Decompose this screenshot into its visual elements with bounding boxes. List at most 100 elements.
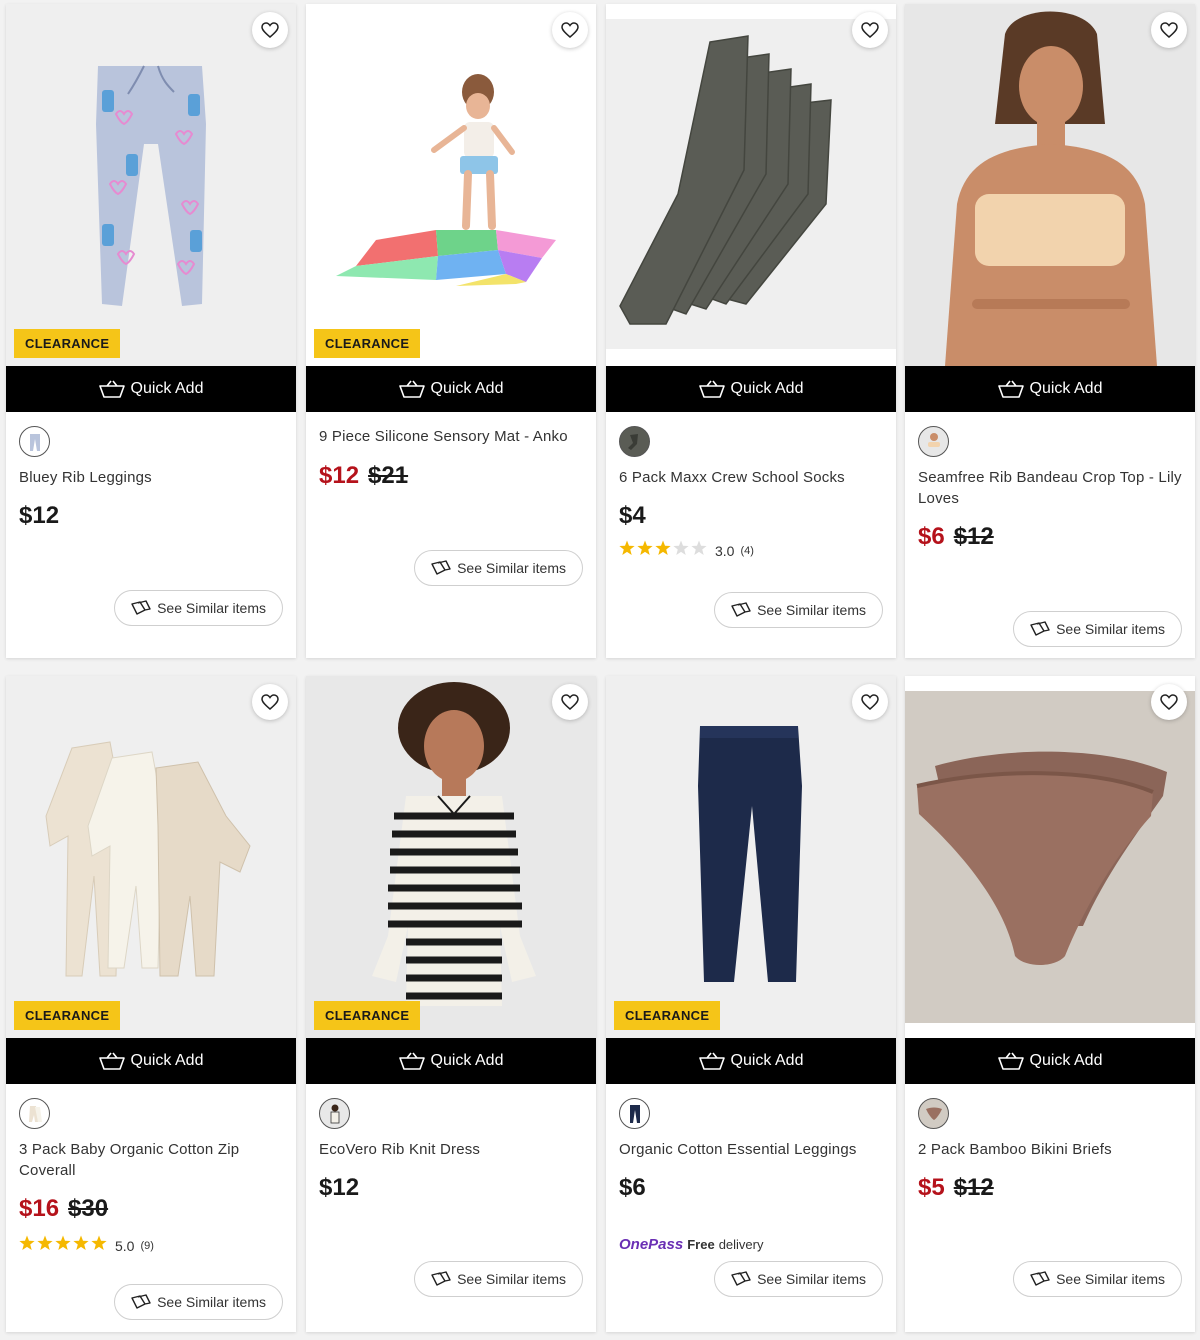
- similar-icon: [1030, 1271, 1050, 1286]
- quick-add-button[interactable]: Quick Add: [905, 366, 1195, 412]
- product-title[interactable]: 6 Pack Maxx Crew School Socks: [619, 467, 883, 488]
- star-filled: [91, 1235, 107, 1250]
- quick-add-button[interactable]: Quick Add: [306, 366, 596, 412]
- product-card[interactable]: CLEARANCE Quick Add 3 Pack Baby Organic …: [6, 676, 296, 1332]
- see-similar-label: See Similar items: [757, 602, 866, 618]
- product-info: Seamfree Rib Bandeau Crop Top - Lily Lov…: [905, 412, 1195, 551]
- wishlist-heart-icon[interactable]: [1151, 684, 1187, 720]
- star-filled: [637, 540, 653, 555]
- price-row: $4: [619, 502, 883, 530]
- product-image[interactable]: CLEARANCE: [6, 4, 296, 366]
- product-title[interactable]: 3 Pack Baby Organic Cotton Zip Coverall: [19, 1139, 283, 1181]
- clearance-badge: CLEARANCE: [314, 1001, 421, 1030]
- basket-icon: [997, 1052, 1024, 1070]
- product-card[interactable]: Quick Add 6 Pack Maxx Crew School Socks …: [606, 4, 896, 658]
- price-row: $6 $12: [918, 523, 1182, 551]
- star-empty: [691, 540, 707, 555]
- product-card[interactable]: CLEARANCE Quick Add Bluey Rib Leggings $…: [6, 4, 296, 658]
- color-swatch[interactable]: [19, 426, 50, 457]
- product-card[interactable]: CLEARANCE Quick Add 9 Piece Silicone Sen…: [306, 4, 596, 658]
- product-card[interactable]: CLEARANCE Quick Add EcoVero Rib Knit Dre…: [306, 676, 596, 1332]
- star-rating-icon: [619, 540, 709, 561]
- star-filled: [655, 540, 671, 555]
- product-image[interactable]: [606, 4, 896, 366]
- wishlist-heart-icon[interactable]: [1151, 12, 1187, 48]
- rating-value: 5.0: [115, 1237, 135, 1254]
- basket-icon: [98, 1052, 125, 1070]
- product-image[interactable]: CLEARANCE: [606, 676, 896, 1038]
- sale-price: $12: [319, 462, 360, 489]
- sale-price: $6: [918, 523, 945, 550]
- product-info: 2 Pack Bamboo Bikini Briefs $5 $12: [905, 1084, 1195, 1202]
- basket-icon: [698, 380, 725, 398]
- star-rating-icon: [19, 1235, 109, 1256]
- rating-value: 3.0: [715, 542, 735, 559]
- product-info: Organic Cotton Essential Leggings $6: [606, 1084, 896, 1202]
- see-similar-button[interactable]: See Similar items: [714, 592, 883, 628]
- wishlist-heart-icon[interactable]: [552, 684, 588, 720]
- wishlist-heart-icon[interactable]: [252, 12, 288, 48]
- product-card[interactable]: Quick Add Seamfree Rib Bandeau Crop Top …: [905, 4, 1195, 658]
- was-price: $30: [68, 1195, 109, 1222]
- product-title[interactable]: Organic Cotton Essential Leggings: [619, 1139, 883, 1160]
- quick-add-button[interactable]: Quick Add: [905, 1038, 1195, 1084]
- product-image[interactable]: CLEARANCE: [306, 676, 596, 1038]
- see-similar-button[interactable]: See Similar items: [414, 1261, 583, 1297]
- product-image[interactable]: [905, 4, 1195, 366]
- wishlist-heart-icon[interactable]: [552, 12, 588, 48]
- color-swatch[interactable]: [619, 1098, 650, 1129]
- quick-add-label: Quick Add: [430, 1052, 504, 1069]
- quick-add-button[interactable]: Quick Add: [606, 1038, 896, 1084]
- basket-icon: [997, 380, 1024, 398]
- quick-add-button[interactable]: Quick Add: [6, 1038, 296, 1084]
- star-empty: [673, 540, 689, 555]
- briefs-image: [905, 676, 1195, 1038]
- color-swatch[interactable]: [918, 426, 949, 457]
- color-swatch[interactable]: [319, 1098, 350, 1129]
- quick-add-button[interactable]: Quick Add: [306, 1038, 596, 1084]
- see-similar-button[interactable]: See Similar items: [1013, 611, 1182, 647]
- product-image[interactable]: [905, 676, 1195, 1038]
- see-similar-button[interactable]: See Similar items: [1013, 1261, 1182, 1297]
- onepass-text: delivery: [718, 1237, 764, 1252]
- product-image[interactable]: CLEARANCE: [306, 4, 596, 366]
- product-title[interactable]: Seamfree Rib Bandeau Crop Top - Lily Lov…: [918, 467, 1182, 509]
- color-swatch[interactable]: [619, 426, 650, 457]
- price-row: $6: [619, 1174, 883, 1202]
- basket-icon: [398, 380, 425, 398]
- see-similar-button[interactable]: See Similar items: [414, 550, 583, 586]
- product-price: $4: [619, 502, 646, 529]
- product-image[interactable]: CLEARANCE: [6, 676, 296, 1038]
- see-similar-label: See Similar items: [1056, 1271, 1165, 1287]
- star-filled: [73, 1235, 89, 1250]
- product-title[interactable]: 9 Piece Silicone Sensory Mat - Anko: [319, 426, 583, 447]
- rating-count: (4): [740, 544, 754, 557]
- see-similar-button[interactable]: See Similar items: [114, 590, 283, 626]
- wishlist-heart-icon[interactable]: [852, 684, 888, 720]
- quick-add-label: Quick Add: [1029, 380, 1103, 397]
- quick-add-button[interactable]: Quick Add: [606, 366, 896, 412]
- similar-icon: [131, 600, 151, 615]
- color-swatch[interactable]: [918, 1098, 949, 1129]
- wishlist-heart-icon[interactable]: [852, 12, 888, 48]
- price-row: $12: [19, 502, 283, 530]
- product-card[interactable]: CLEARANCE Quick Add Organic Cotton Essen…: [606, 676, 896, 1332]
- product-price: $12: [19, 502, 60, 529]
- rating-count: (9): [140, 1239, 154, 1252]
- wishlist-heart-icon[interactable]: [252, 684, 288, 720]
- see-similar-button[interactable]: See Similar items: [714, 1261, 883, 1297]
- product-title[interactable]: EcoVero Rib Knit Dress: [319, 1139, 583, 1160]
- dress-model-image: [306, 676, 596, 1038]
- product-card[interactable]: Quick Add 2 Pack Bamboo Bikini Briefs $5…: [905, 676, 1195, 1332]
- quick-add-button[interactable]: Quick Add: [6, 366, 296, 412]
- product-price: $6: [619, 1174, 646, 1201]
- product-price: $12: [319, 1174, 360, 1201]
- see-similar-button[interactable]: See Similar items: [114, 1284, 283, 1320]
- see-similar-label: See Similar items: [157, 600, 266, 616]
- see-similar-label: See Similar items: [1056, 621, 1165, 637]
- product-title[interactable]: 2 Pack Bamboo Bikini Briefs: [918, 1139, 1182, 1160]
- quick-add-label: Quick Add: [730, 380, 804, 397]
- product-title[interactable]: Bluey Rib Leggings: [19, 467, 283, 488]
- color-swatch[interactable]: [19, 1098, 50, 1129]
- onepass-free: Free: [687, 1237, 715, 1252]
